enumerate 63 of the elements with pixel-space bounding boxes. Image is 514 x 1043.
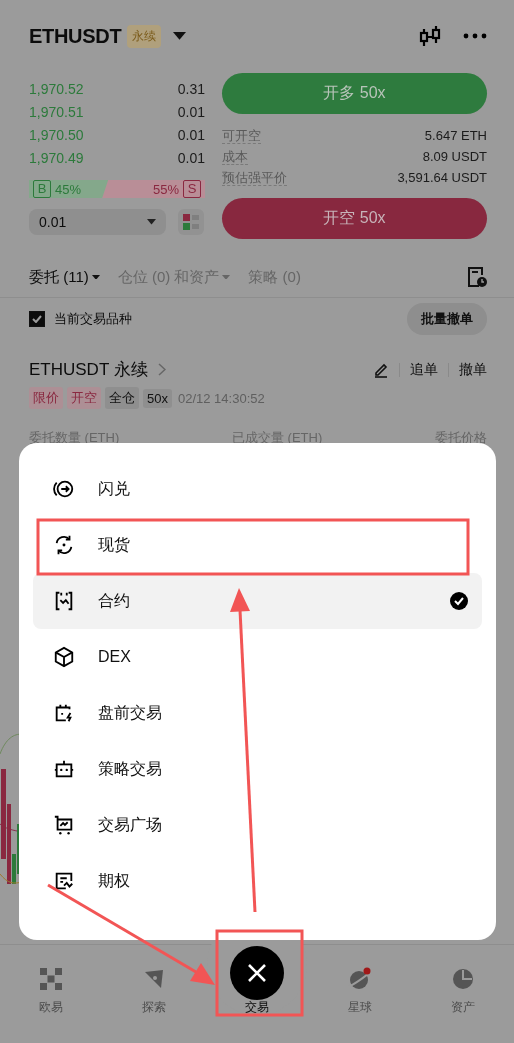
order-action-link[interactable]: 撤单 <box>459 360 487 379</box>
buy-label: B <box>33 180 51 198</box>
info-value: 5.647 ETH <box>424 128 487 143</box>
buy-percent: 45% <box>55 181 82 197</box>
check-icon <box>450 592 468 610</box>
menu-item[interactable]: DEX <box>33 629 482 685</box>
caret-icon <box>147 219 156 225</box>
info-label: 可开空 <box>222 127 261 144</box>
chart-frame-icon <box>53 590 75 612</box>
order-tag: 50x <box>143 388 172 408</box>
menu-item[interactable]: 现货 <box>33 517 482 573</box>
menu-item[interactable]: 盘前交易 <box>33 685 482 741</box>
compass-icon <box>143 968 166 990</box>
menu-item[interactable]: 期权 <box>33 853 482 909</box>
open-short-button[interactable]: 开空 50x <box>222 198 487 239</box>
close-icon <box>247 963 267 983</box>
cancel-all-button[interactable]: 批量撤单 <box>407 303 487 335</box>
order-tag: 开空 <box>67 387 101 409</box>
bid-price: 1,970.49 <box>29 149 84 166</box>
filter-label: 当前交易品种 <box>54 310 132 328</box>
sell-percent: 55% <box>152 181 179 197</box>
cube-icon <box>53 646 75 668</box>
swap-icon <box>53 478 75 500</box>
edit-icon[interactable] <box>373 361 389 378</box>
order-title[interactable]: ETHUSDT 永续 <box>29 358 148 381</box>
order-amount: 0.01 <box>177 126 205 143</box>
bid-price: 1,970.50 <box>29 126 84 143</box>
menu-item[interactable]: 闪兑 <box>33 461 482 517</box>
bid-price: 1,970.52 <box>29 80 84 97</box>
bid-price: 1,970.51 <box>29 103 84 120</box>
info-label: 成本 <box>222 148 248 165</box>
chevron-right-icon <box>157 363 166 376</box>
caret-icon <box>173 32 187 40</box>
sell-label: S <box>183 180 201 198</box>
check-icon <box>32 315 42 323</box>
refresh-icon <box>53 534 75 556</box>
symbol-title[interactable]: ETHUSDT <box>29 24 122 48</box>
menu-item[interactable]: 合约 <box>33 573 482 629</box>
info-label: 预估强平价 <box>222 169 287 186</box>
more-icon[interactable] <box>463 33 487 39</box>
order-amount: 0.31 <box>177 80 205 97</box>
document-chart-icon <box>53 870 75 892</box>
tab[interactable]: 委托 (11) <box>29 267 100 287</box>
menu-item[interactable]: 策略交易 <box>33 741 482 797</box>
depth-select[interactable]: 0.01 <box>29 209 166 235</box>
robot-icon <box>53 758 75 780</box>
order-action-link[interactable]: 追单 <box>410 360 438 379</box>
pie-chart-icon <box>451 968 474 990</box>
history-icon[interactable] <box>467 266 487 288</box>
order-amount: 0.01 <box>177 149 205 166</box>
order-time: 02/12 14:30:52 <box>177 390 265 406</box>
layout-icon[interactable] <box>183 214 199 230</box>
perpetual-badge: 永续 <box>127 24 162 48</box>
order-tag: 限价 <box>29 387 63 409</box>
checkerboard-icon <box>40 968 63 990</box>
info-value: 8.09 USDT <box>422 149 487 164</box>
candlestick-icon[interactable] <box>419 25 441 47</box>
checkbox[interactable] <box>29 311 45 327</box>
info-value: 3,591.64 USDT <box>397 170 487 185</box>
menu-item[interactable]: 交易广场 <box>33 797 482 853</box>
order-tag: 全仓 <box>105 387 139 409</box>
order-amount: 0.01 <box>177 103 205 120</box>
cart-chart-icon <box>53 814 75 836</box>
